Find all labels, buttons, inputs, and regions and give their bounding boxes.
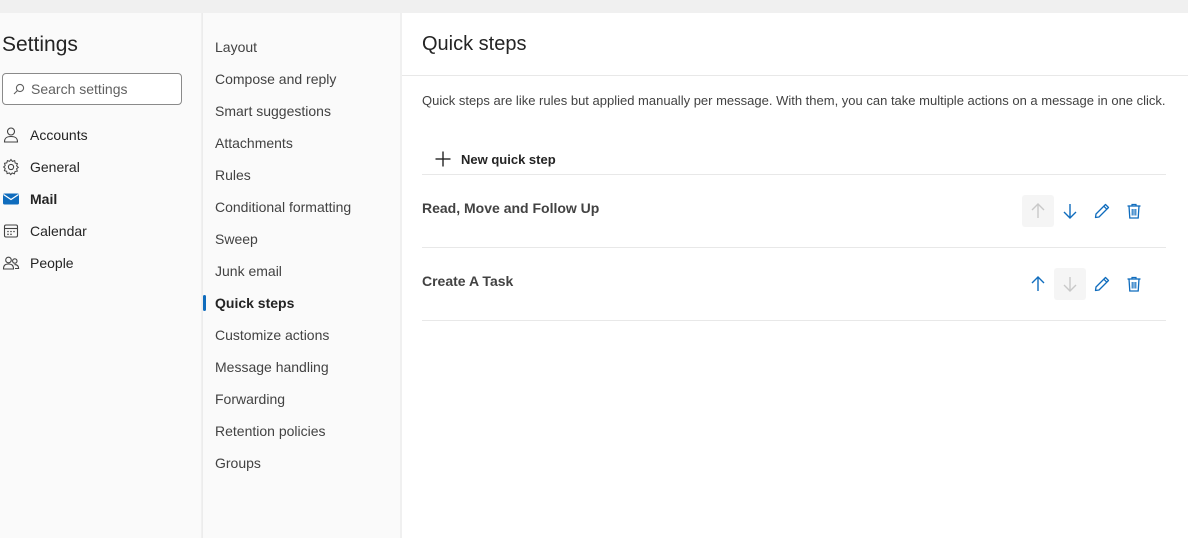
- calendar-icon: [2, 222, 20, 240]
- nav-item-layout[interactable]: Layout: [215, 36, 257, 58]
- nav-item-smart-suggestions[interactable]: Smart suggestions: [215, 100, 331, 122]
- category-mail[interactable]: Mail: [2, 187, 192, 211]
- people-icon: [2, 254, 20, 272]
- arrow-up-icon: [1031, 203, 1045, 218]
- search-settings-box[interactable]: [2, 73, 182, 105]
- nav-item-conditional-formatting[interactable]: Conditional formatting: [215, 196, 351, 218]
- new-quick-step-label: New quick step: [461, 151, 556, 167]
- nav-item-attachments[interactable]: Attachments: [215, 132, 293, 154]
- nav-item-sweep[interactable]: Sweep: [215, 228, 258, 250]
- trash-icon: [1127, 276, 1141, 292]
- nav-item-message-handling[interactable]: Message handling: [215, 356, 329, 378]
- panel-description: Quick steps are like rules but applied m…: [422, 93, 1166, 108]
- quick-step-name: Create A Task: [422, 273, 514, 289]
- category-label: General: [30, 159, 80, 175]
- page-title: Quick steps: [422, 33, 527, 55]
- nav-item-rules[interactable]: Rules: [215, 164, 251, 186]
- nav-item-customize-actions[interactable]: Customize actions: [215, 324, 329, 346]
- delete-button[interactable]: [1118, 268, 1150, 300]
- nav-item-forwarding[interactable]: Forwarding: [215, 388, 285, 410]
- delete-button[interactable]: [1118, 195, 1150, 227]
- nav-item-quick-steps[interactable]: Quick steps: [215, 292, 294, 314]
- nav-item-groups[interactable]: Groups: [215, 452, 261, 474]
- new-quick-step-button[interactable]: New quick step: [434, 148, 556, 170]
- mail-settings-nav: Layout Compose and reply Smart suggestio…: [202, 13, 400, 538]
- edit-button[interactable]: [1086, 268, 1118, 300]
- mail-icon: [2, 190, 20, 208]
- divider: [422, 320, 1166, 321]
- quick-step-name: Read, Move and Follow Up: [422, 200, 600, 216]
- settings-categories-pane: Settings Accounts General Mail Calendar: [0, 13, 201, 538]
- edit-button[interactable]: [1086, 195, 1118, 227]
- category-people[interactable]: People: [2, 251, 192, 275]
- category-label: People: [30, 255, 74, 271]
- person-icon: [2, 126, 20, 144]
- pencil-icon: [1094, 203, 1110, 219]
- category-label: Accounts: [30, 127, 88, 143]
- category-label: Mail: [30, 191, 58, 207]
- move-down-button[interactable]: [1054, 268, 1086, 300]
- search-icon: [13, 83, 25, 95]
- category-label: Calendar: [30, 223, 87, 239]
- move-up-button[interactable]: [1022, 268, 1054, 300]
- arrow-down-icon: [1063, 277, 1077, 292]
- search-settings-input[interactable]: [31, 79, 176, 99]
- nav-item-compose-and-reply[interactable]: Compose and reply: [215, 68, 336, 90]
- arrow-down-icon: [1063, 204, 1077, 219]
- top-bar: [0, 0, 1188, 13]
- nav-item-retention-policies[interactable]: Retention policies: [215, 420, 326, 442]
- quick-steps-panel: Quick steps Quick steps are like rules b…: [402, 13, 1188, 538]
- arrow-up-icon: [1031, 276, 1045, 291]
- settings-title: Settings: [2, 33, 78, 56]
- category-calendar[interactable]: Calendar: [2, 219, 192, 243]
- pencil-icon: [1094, 276, 1110, 292]
- divider: [422, 247, 1166, 248]
- category-general[interactable]: General: [2, 155, 192, 179]
- active-nav-indicator: [203, 295, 206, 311]
- move-down-button[interactable]: [1054, 195, 1086, 227]
- trash-icon: [1127, 203, 1141, 219]
- category-accounts[interactable]: Accounts: [2, 123, 192, 147]
- plus-icon: [435, 151, 451, 167]
- divider: [422, 174, 1166, 175]
- divider: [402, 75, 1188, 76]
- nav-item-junk-email[interactable]: Junk email: [215, 260, 282, 282]
- move-up-button[interactable]: [1022, 195, 1054, 227]
- gear-icon: [2, 158, 20, 176]
